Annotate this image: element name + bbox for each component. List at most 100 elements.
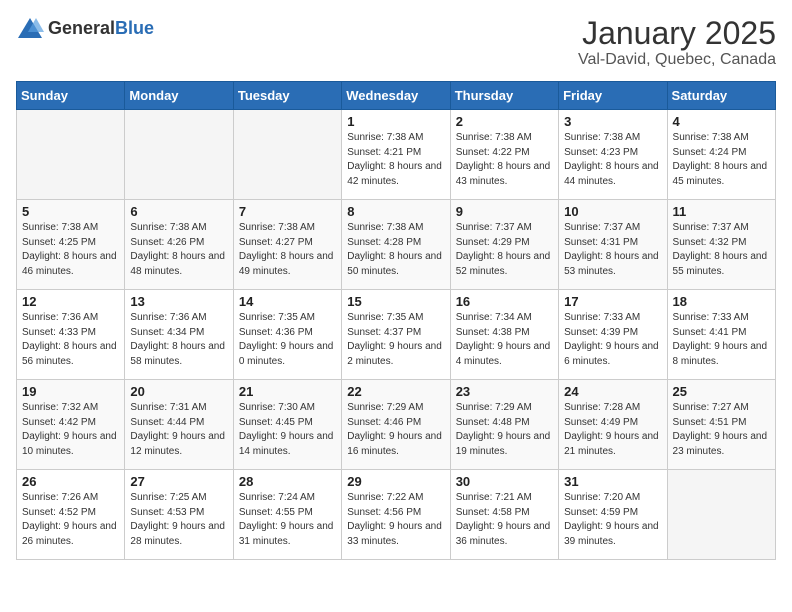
day-number: 1 (347, 114, 444, 129)
logo-blue: Blue (115, 18, 154, 38)
day-number: 5 (22, 204, 119, 219)
day-number: 7 (239, 204, 336, 219)
day-number: 16 (456, 294, 553, 309)
calendar-cell: 22Sunrise: 7:29 AMSunset: 4:46 PMDayligh… (342, 380, 450, 470)
day-number: 21 (239, 384, 336, 399)
calendar-week-4: 19 Sunrise: 7:32 AMSunset: 4:42 PMDayligh… (17, 380, 776, 470)
calendar-cell: 3 Sunrise: 7:38 AMSunset: 4:23 PMDaylight… (559, 110, 667, 200)
day-info: Sunrise: 7:26 AMSunset: 4:52 PMDaylight:… (22, 491, 119, 549)
day-info: Sunrise: 7:22 AMSunset: 4:56 PMDaylight:… (347, 491, 444, 549)
day-info: Sunrise: 7:28 AMSunset: 4:49 PMDaylight:… (564, 401, 661, 459)
day-info: Sunrise: 7:37 AMSunset: 4:29 PMDaylight:… (456, 221, 553, 279)
calendar-cell: 5 Sunrise: 7:38 AMSunset: 4:25 PMDaylight… (17, 200, 125, 290)
day-info: Sunrise: 7:35 AMSunset: 4:36 PMDaylight:… (239, 311, 336, 369)
logo-general: General (48, 18, 115, 38)
day-number: 28 (239, 474, 336, 489)
day-info: Sunrise: 7:37 AMSunset: 4:31 PMDaylight:… (564, 221, 661, 279)
day-info: Sunrise: 7:38 AMSunset: 4:26 PMDaylight:… (130, 221, 227, 279)
calendar-cell: 18 Sunrise: 7:33 AMSunset: 4:41 PMDayligh… (667, 290, 775, 380)
day-number: 14 (239, 294, 336, 309)
calendar-week-1: 1 Sunrise: 7:38 AMSunset: 4:21 PMDaylight… (17, 110, 776, 200)
calendar-cell: 27 Sunrise: 7:25 AMSunset: 4:53 PMDayligh… (125, 470, 233, 560)
header-saturday: Saturday (667, 82, 775, 110)
day-info: Sunrise: 7:38 AMSunset: 4:22 PMDaylight:… (456, 131, 553, 189)
day-info: Sunrise: 7:38 AMSunset: 4:21 PMDaylight:… (347, 131, 444, 189)
day-info: Sunrise: 7:36 AMSunset: 4:34 PMDaylight:… (130, 311, 227, 369)
day-number: 26 (22, 474, 119, 489)
calendar-cell: 30 Sunrise: 7:21 AMSunset: 4:58 PMDayligh… (450, 470, 558, 560)
day-number: 27 (130, 474, 227, 489)
day-number: 3 (564, 114, 661, 129)
calendar-cell: 16 Sunrise: 7:34 AMSunset: 4:38 PMDayligh… (450, 290, 558, 380)
calendar-cell (17, 110, 125, 200)
day-number: 31 (564, 474, 661, 489)
day-number: 30 (456, 474, 553, 489)
day-number: 4 (673, 114, 770, 129)
day-number: 25 (673, 384, 770, 399)
header-tuesday: Tuesday (233, 82, 341, 110)
day-info: Sunrise: 7:38 AMSunset: 4:23 PMDaylight:… (564, 131, 661, 189)
calendar-cell: 4 Sunrise: 7:38 AMSunset: 4:24 PMDaylight… (667, 110, 775, 200)
calendar-cell: 12Sunrise: 7:36 AMSunset: 4:33 PMDayligh… (17, 290, 125, 380)
logo-text: GeneralBlue (48, 18, 154, 39)
calendar-cell: 21 Sunrise: 7:30 AMSunset: 4:45 PMDayligh… (233, 380, 341, 470)
day-info: Sunrise: 7:27 AMSunset: 4:51 PMDaylight:… (673, 401, 770, 459)
calendar-cell: 29Sunrise: 7:22 AMSunset: 4:56 PMDayligh… (342, 470, 450, 560)
calendar-cell: 14 Sunrise: 7:35 AMSunset: 4:36 PMDayligh… (233, 290, 341, 380)
day-info: Sunrise: 7:38 AMSunset: 4:27 PMDaylight:… (239, 221, 336, 279)
day-info: Sunrise: 7:25 AMSunset: 4:53 PMDaylight:… (130, 491, 227, 549)
day-number: 20 (130, 384, 227, 399)
logo-icon (16, 16, 44, 40)
calendar-cell: 7 Sunrise: 7:38 AMSunset: 4:27 PMDaylight… (233, 200, 341, 290)
day-info: Sunrise: 7:33 AMSunset: 4:41 PMDaylight:… (673, 311, 770, 369)
calendar-cell: 10 Sunrise: 7:37 AMSunset: 4:31 PMDayligh… (559, 200, 667, 290)
day-number: 24 (564, 384, 661, 399)
day-number: 9 (456, 204, 553, 219)
calendar-week-5: 26 Sunrise: 7:26 AMSunset: 4:52 PMDayligh… (17, 470, 776, 560)
calendar-cell: 15 Sunrise: 7:35 AMSunset: 4:37 PMDayligh… (342, 290, 450, 380)
calendar-cell: 25 Sunrise: 7:27 AMSunset: 4:51 PMDayligh… (667, 380, 775, 470)
header-thursday: Thursday (450, 82, 558, 110)
calendar-cell: 26 Sunrise: 7:26 AMSunset: 4:52 PMDayligh… (17, 470, 125, 560)
day-info: Sunrise: 7:38 AMSunset: 4:28 PMDaylight:… (347, 221, 444, 279)
calendar-cell: 13 Sunrise: 7:36 AMSunset: 4:34 PMDayligh… (125, 290, 233, 380)
day-info: Sunrise: 7:37 AMSunset: 4:32 PMDaylight:… (673, 221, 770, 279)
day-number: 10 (564, 204, 661, 219)
day-number: 8 (347, 204, 444, 219)
calendar-week-2: 5 Sunrise: 7:38 AMSunset: 4:25 PMDaylight… (17, 200, 776, 290)
day-info: Sunrise: 7:38 AMSunset: 4:25 PMDaylight:… (22, 221, 119, 279)
location-title: Val-David, Quebec, Canada (578, 51, 776, 69)
day-number: 18 (673, 294, 770, 309)
calendar-cell (667, 470, 775, 560)
day-number: 13 (130, 294, 227, 309)
day-info: Sunrise: 7:31 AMSunset: 4:44 PMDaylight:… (130, 401, 227, 459)
calendar-cell: 17 Sunrise: 7:33 AMSunset: 4:39 PMDayligh… (559, 290, 667, 380)
day-info: Sunrise: 7:30 AMSunset: 4:45 PMDaylight:… (239, 401, 336, 459)
day-number: 17 (564, 294, 661, 309)
month-title: January 2025 (578, 16, 776, 51)
day-number: 23 (456, 384, 553, 399)
day-info: Sunrise: 7:33 AMSunset: 4:39 PMDaylight:… (564, 311, 661, 369)
day-info: Sunrise: 7:24 AMSunset: 4:55 PMDaylight:… (239, 491, 336, 549)
day-info: Sunrise: 7:38 AMSunset: 4:24 PMDaylight:… (673, 131, 770, 189)
day-number: 2 (456, 114, 553, 129)
day-info: Sunrise: 7:32 AMSunset: 4:42 PMDaylight:… (22, 401, 119, 459)
calendar-header-row: SundayMondayTuesdayWednesdayThursdayFrid… (17, 82, 776, 110)
calendar-cell: 20 Sunrise: 7:31 AMSunset: 4:44 PMDayligh… (125, 380, 233, 470)
day-number: 12 (22, 294, 119, 309)
logo: GeneralBlue (16, 16, 154, 40)
calendar-week-3: 12Sunrise: 7:36 AMSunset: 4:33 PMDayligh… (17, 290, 776, 380)
day-number: 19 (22, 384, 119, 399)
calendar-cell (125, 110, 233, 200)
calendar-cell: 1 Sunrise: 7:38 AMSunset: 4:21 PMDaylight… (342, 110, 450, 200)
calendar-cell: 31Sunrise: 7:20 AMSunset: 4:59 PMDayligh… (559, 470, 667, 560)
header-monday: Monday (125, 82, 233, 110)
calendar-cell: 23 Sunrise: 7:29 AMSunset: 4:48 PMDayligh… (450, 380, 558, 470)
calendar-cell: 11Sunrise: 7:37 AMSunset: 4:32 PMDayligh… (667, 200, 775, 290)
day-number: 6 (130, 204, 227, 219)
day-info: Sunrise: 7:21 AMSunset: 4:58 PMDaylight:… (456, 491, 553, 549)
day-info: Sunrise: 7:29 AMSunset: 4:48 PMDaylight:… (456, 401, 553, 459)
day-info: Sunrise: 7:35 AMSunset: 4:37 PMDaylight:… (347, 311, 444, 369)
day-number: 15 (347, 294, 444, 309)
day-info: Sunrise: 7:34 AMSunset: 4:38 PMDaylight:… (456, 311, 553, 369)
